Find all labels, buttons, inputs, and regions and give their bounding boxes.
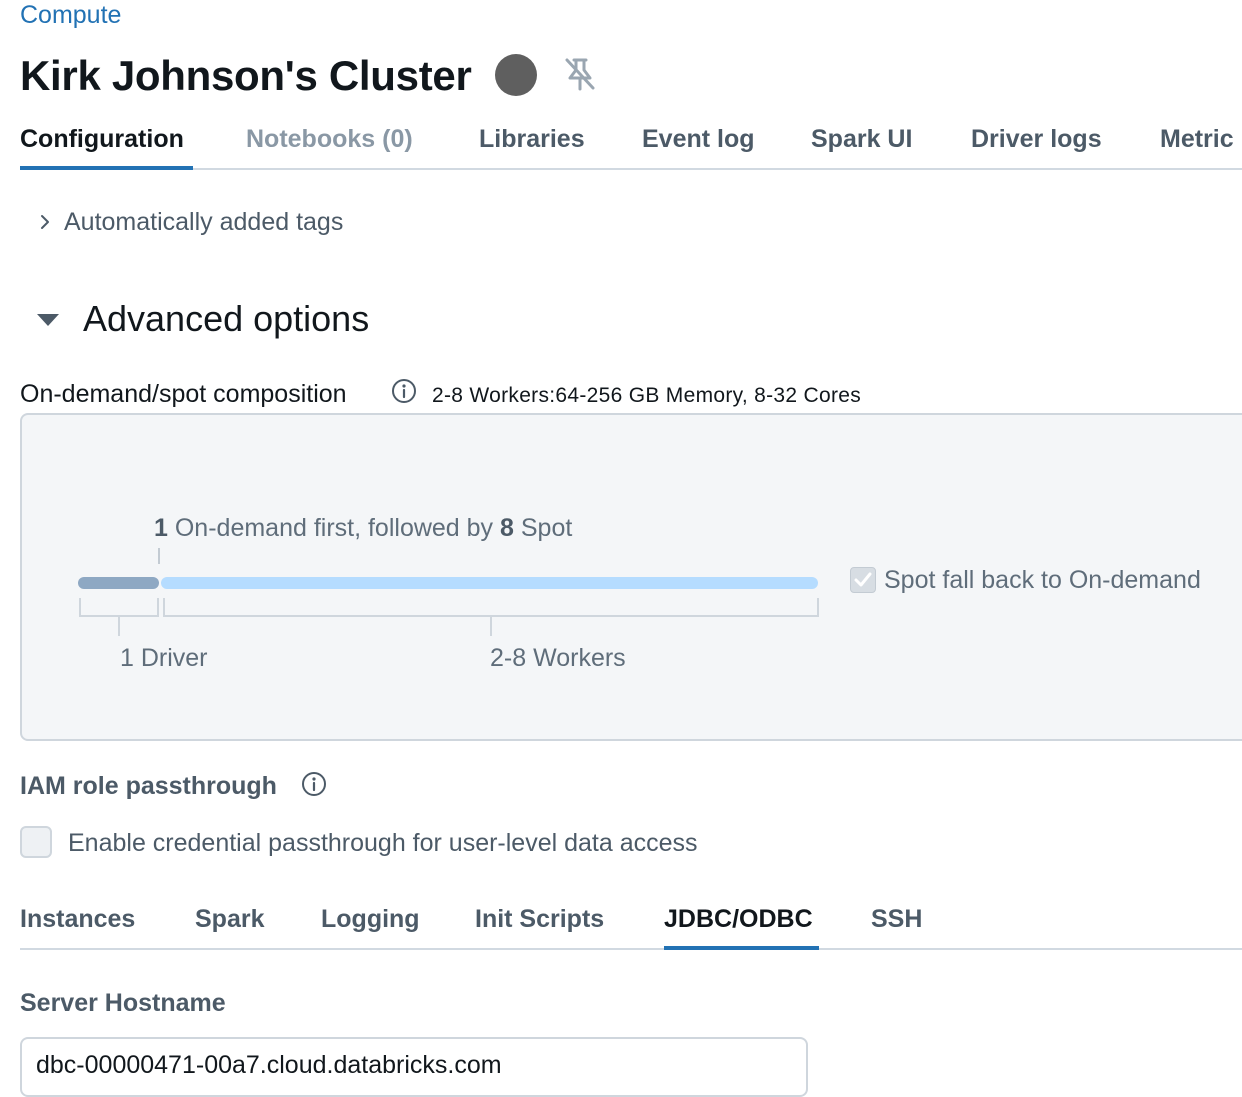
cluster-status-indicator: [495, 54, 537, 96]
tab-event-log[interactable]: Event log: [642, 124, 755, 154]
breadcrumb-compute[interactable]: Compute: [20, 0, 121, 30]
tab-libraries[interactable]: Libraries: [479, 124, 585, 154]
tab-spark[interactable]: Spark: [195, 903, 264, 935]
workers-label: 2-8 Workers: [490, 644, 626, 672]
info-icon[interactable]: [391, 378, 417, 404]
info-icon[interactable]: [301, 771, 327, 797]
advanced-options-heading: Advanced options: [83, 298, 370, 339]
spot-count: 8: [500, 514, 514, 542]
caption-mid: On-demand first, followed by: [174, 514, 494, 542]
tab-notebooks[interactable]: Notebooks (0): [246, 124, 413, 154]
page-title: Kirk Johnson's Cluster: [20, 52, 472, 99]
active-subtab-indicator: [664, 946, 819, 950]
tab-driver-logs[interactable]: Driver logs: [971, 124, 1102, 154]
on-demand-bar: [78, 577, 159, 589]
tab-configuration[interactable]: Configuration: [20, 124, 184, 154]
composition-label: On-demand/spot composition: [20, 380, 347, 408]
iam-passthrough-label: IAM role passthrough: [20, 772, 277, 800]
tab-logging[interactable]: Logging: [321, 903, 420, 935]
tab-init-scripts[interactable]: Init Scripts: [475, 903, 604, 935]
caption-end: Spot: [520, 514, 573, 542]
spot-bar: [161, 577, 818, 589]
auto-tags-toggle[interactable]: Automatically added tags: [38, 205, 343, 239]
tab-spark-ui[interactable]: Spark UI: [811, 124, 912, 154]
caret-down-icon[interactable]: [36, 312, 60, 328]
tab-metrics[interactable]: Metric: [1160, 124, 1234, 154]
driver-label: 1 Driver: [120, 644, 208, 672]
spot-fallback-label: Spot fall back to On-demand: [884, 566, 1201, 594]
auto-tags-label: Automatically added tags: [64, 208, 344, 236]
tab-ssh[interactable]: SSH: [871, 903, 922, 935]
spot-fallback-checkbox[interactable]: [850, 567, 876, 593]
composition-summary: 2-8 Workers:64-256 GB Memory, 8-32 Cores: [432, 384, 862, 407]
pin-off-icon[interactable]: [563, 56, 597, 92]
server-hostname-label: Server Hostname: [20, 989, 226, 1017]
chevron-right-icon: [41, 215, 49, 229]
cluster-tabs: Configuration Notebooks (0) Libraries Ev…: [20, 120, 1242, 170]
advanced-options-tabs: Instances Spark Logging Init Scripts JDB…: [20, 900, 1242, 950]
composition-slider[interactable]: [70, 540, 830, 640]
server-hostname-field[interactable]: dbc-00000471-00a7.cloud.databricks.com: [20, 1037, 808, 1097]
checkmark-icon: [854, 572, 872, 587]
active-tab-indicator: [20, 166, 193, 170]
credential-passthrough-checkbox[interactable]: [20, 826, 52, 858]
credential-passthrough-label: Enable credential passthrough for user-l…: [68, 829, 698, 857]
on-demand-count: 1: [154, 514, 168, 542]
tab-jdbc-odbc[interactable]: JDBC/ODBC: [664, 903, 813, 935]
tab-instances[interactable]: Instances: [20, 903, 135, 935]
